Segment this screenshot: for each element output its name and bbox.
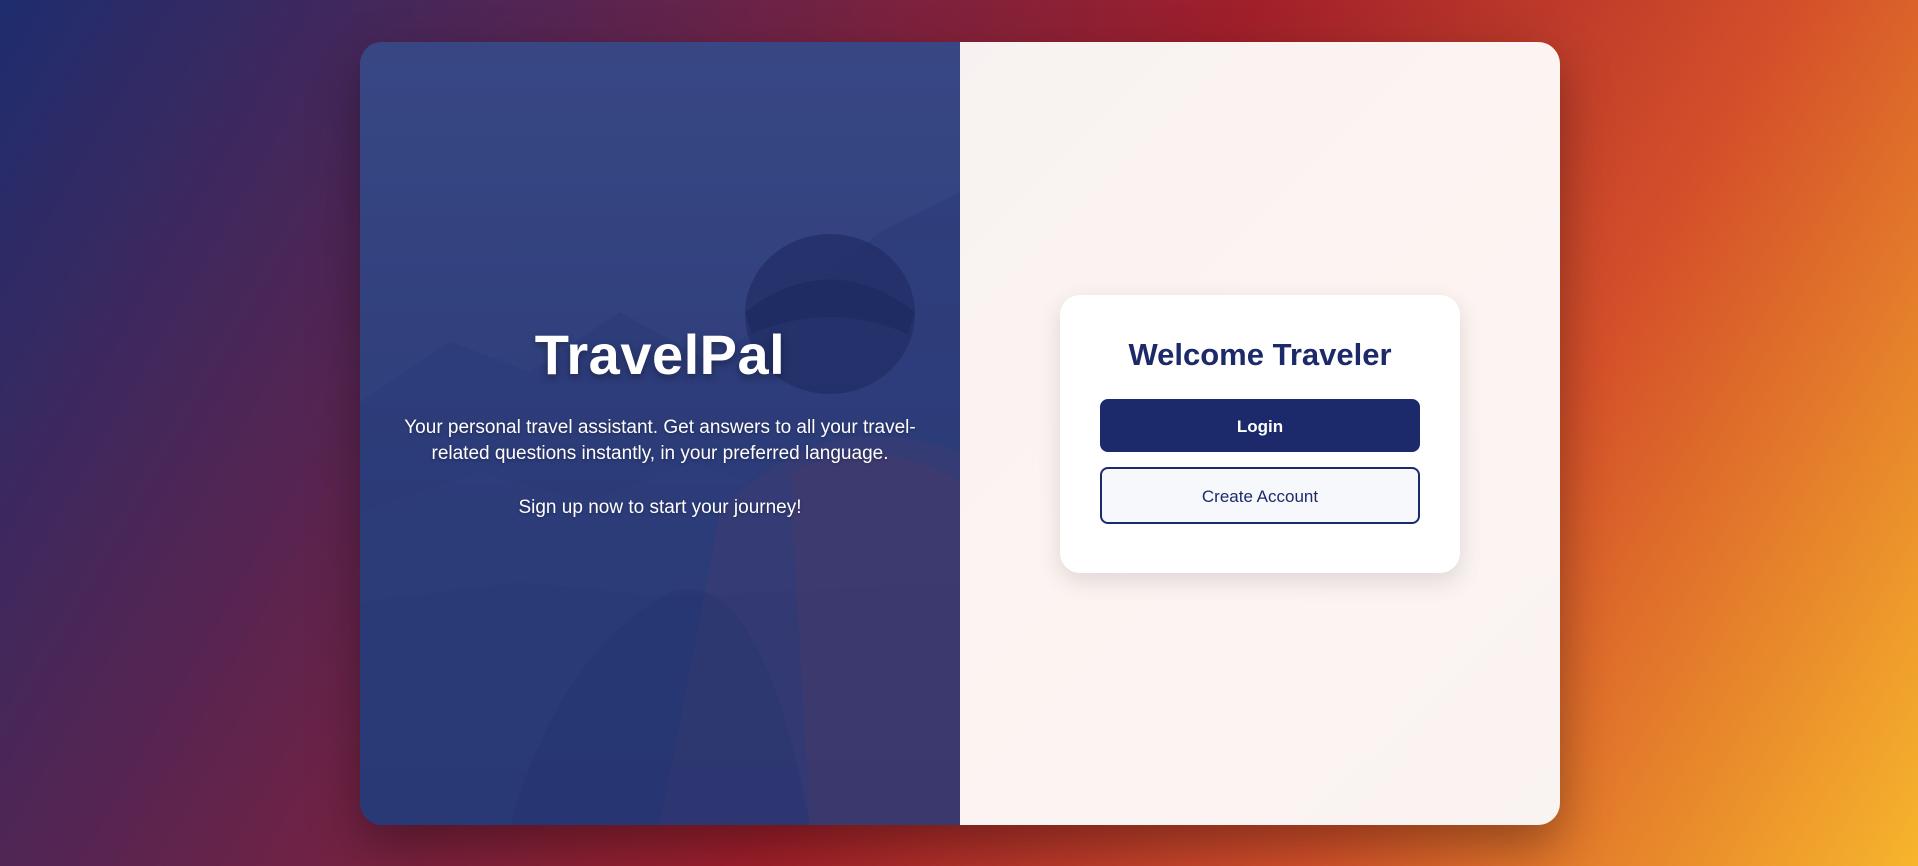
hero-content: TravelPal Your personal travel assistant… (360, 322, 960, 519)
auth-panel: Welcome Traveler Login Create Account (960, 42, 1560, 825)
welcome-title: Welcome Traveler (1128, 337, 1392, 372)
app-card: TravelPal Your personal travel assistant… (360, 42, 1560, 825)
login-button[interactable]: Login (1100, 399, 1420, 452)
create-account-button[interactable]: Create Account (1100, 467, 1420, 524)
signup-prompt: Sign up now to start your journey! (518, 497, 802, 518)
hero-panel: TravelPal Your personal travel assistant… (360, 42, 960, 825)
brand-description: Your personal travel assistant. Get answ… (404, 417, 916, 464)
auth-card: Welcome Traveler Login Create Account (1060, 295, 1460, 573)
brand-title: TravelPal (534, 323, 786, 386)
